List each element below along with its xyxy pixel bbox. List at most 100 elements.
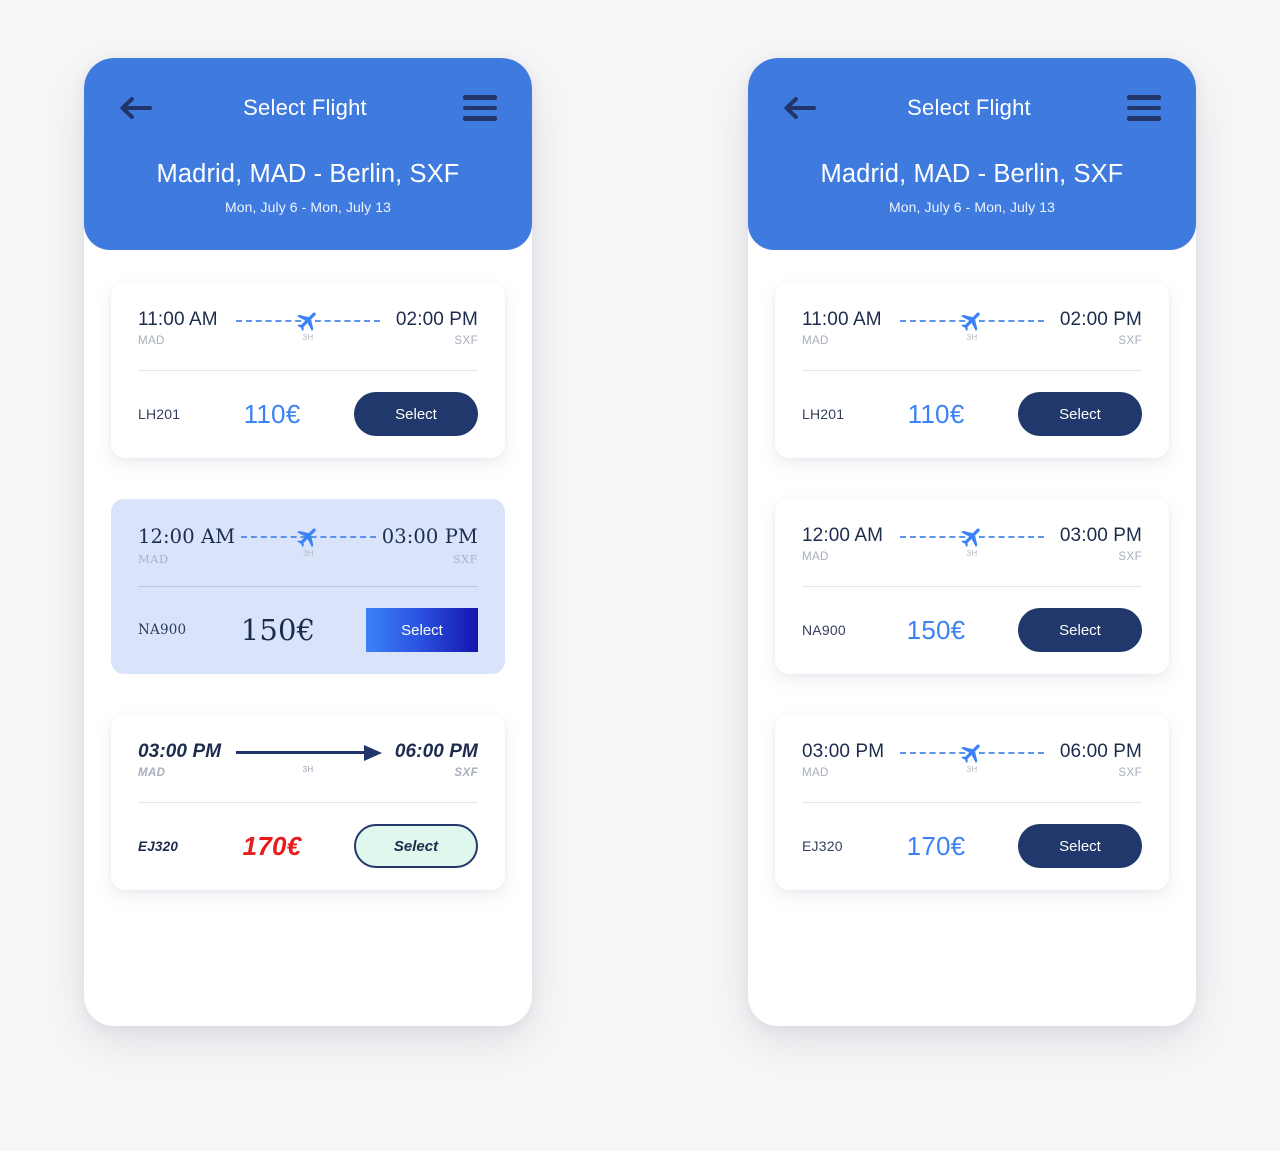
departure-endpoint: 11:00 AM MAD (138, 309, 230, 347)
arrival-endpoint: 02:00 PM SXF (1050, 309, 1142, 347)
departure-time: 12:00 AM (138, 525, 236, 548)
card-footer: LH201 110€ Select (138, 392, 478, 436)
flight-duration: 3H (966, 333, 978, 342)
departure-airport: MAD (802, 335, 829, 347)
departure-airport: MAD (138, 335, 165, 347)
trip-summary: 03:00 PM MAD 3H 06:00 PM SXF (138, 741, 478, 783)
flight-code: NA900 (138, 622, 187, 638)
departure-time: 03:00 PM (802, 741, 885, 762)
app-header-right: Select Flight Madrid, MAD - Berlin, SXF … (748, 58, 1196, 250)
flight-path: 3H (236, 309, 380, 351)
airplane-icon (959, 524, 985, 550)
flight-code: EJ320 (138, 838, 179, 854)
arrival-endpoint: 03:00 PM SXF (1050, 525, 1142, 563)
flight-price: 150€ (240, 613, 316, 647)
trip-summary: 12:00 AM MAD 3H 03:00 PM SXF (138, 525, 478, 567)
phone-mockup-right: Select Flight Madrid, MAD - Berlin, SXF … (748, 58, 1196, 1026)
flight-duration: 3H (966, 549, 978, 558)
route-label: Madrid, MAD - Berlin, SXF (820, 160, 1124, 188)
flight-code: LH201 (802, 406, 845, 422)
arrival-time: 06:00 PM (1059, 741, 1142, 762)
airplane-icon (295, 524, 321, 550)
card-footer: NA900 150€ Select (802, 608, 1142, 652)
departure-time: 12:00 AM (802, 525, 884, 546)
card-divider (138, 802, 478, 803)
departure-endpoint: 03:00 PM MAD (802, 741, 894, 779)
trip-summary: 11:00 AM MAD 3H 02:00 PM SXF (138, 309, 478, 351)
page-title: Select Flight (243, 95, 367, 120)
arrival-time: 03:00 PM (1059, 525, 1142, 546)
hamburger-bars (1127, 95, 1161, 121)
arrival-time: 06:00 PM (394, 741, 478, 762)
select-button[interactable]: Select (1018, 824, 1142, 868)
flight-card[interactable]: 03:00 PM MAD 3H 06:00 PM SXF EJ320 170€ … (775, 715, 1169, 890)
arrival-endpoint: 02:00 PM SXF (386, 309, 478, 347)
departure-endpoint: 11:00 AM MAD (802, 309, 894, 347)
flight-duration: 3H (966, 765, 978, 774)
select-button[interactable]: Select (1018, 392, 1142, 436)
flight-price: 170€ (906, 830, 966, 861)
arrival-endpoint: 06:00 PM SXF (386, 741, 478, 779)
card-divider (138, 586, 478, 587)
departure-endpoint: 12:00 AM MAD (138, 525, 235, 566)
arrow-head-icon (364, 744, 382, 761)
card-divider (802, 370, 1142, 371)
flight-price: 150€ (906, 614, 966, 645)
flight-path: 3H (900, 309, 1044, 351)
card-footer: NA900 150€ Select (138, 608, 478, 652)
flight-duration: 3H (303, 549, 314, 558)
flight-price: 110€ (907, 398, 965, 429)
card-divider (802, 802, 1142, 803)
flight-duration: 3H (302, 333, 314, 342)
flight-path: 3H (241, 524, 376, 567)
date-range-label: Mon, July 6 - Mon, July 13 (225, 199, 391, 215)
departure-airport: MAD (138, 552, 169, 566)
flight-card-highlighted[interactable]: 12:00 AM MAD 3H 03:00 PM SXF NA900 150€ … (111, 499, 505, 674)
departure-airport: MAD (802, 551, 829, 563)
flight-code: NA900 (802, 622, 846, 638)
arrival-time: 02:00 PM (395, 309, 478, 330)
select-button[interactable]: Select (354, 824, 478, 868)
header-bar: Select Flight (778, 88, 1166, 128)
departure-time: 03:00 PM (138, 741, 222, 762)
arrival-airport: SXF (454, 767, 478, 779)
departure-endpoint: 12:00 AM MAD (802, 525, 894, 563)
flight-list-right: 11:00 AM MAD 3H 02:00 PM SXF LH201 110€ … (748, 250, 1196, 1026)
flight-price: 170€ (242, 830, 302, 861)
arrival-airport: SXF (454, 335, 478, 347)
trip-summary: 11:00 AM MAD 3H 02:00 PM SXF (802, 309, 1142, 351)
departure-time: 11:00 AM (138, 309, 218, 330)
arrival-endpoint: 03:00 PM SXF (382, 525, 478, 566)
flight-path: 3H (900, 741, 1044, 783)
page-title: Select Flight (907, 95, 1031, 120)
hamburger-menu-icon[interactable] (458, 95, 502, 121)
flight-card[interactable]: 12:00 AM MAD 3H 03:00 PM SXF NA900 150€ … (775, 499, 1169, 674)
departure-time: 11:00 AM (802, 309, 882, 330)
card-divider (138, 370, 478, 371)
arrival-time: 03:00 PM (381, 525, 478, 548)
flight-card[interactable]: 11:00 AM MAD 3H 02:00 PM SXF LH201 110€ … (775, 283, 1169, 458)
hamburger-bars (463, 95, 497, 121)
app-header-left: Select Flight Madrid, MAD - Berlin, SXF … (84, 58, 532, 250)
flight-price: 110€ (243, 398, 301, 429)
select-button[interactable]: Select (366, 608, 478, 652)
airplane-icon (295, 308, 321, 334)
departure-endpoint: 03:00 PM MAD (138, 741, 230, 779)
flight-card-emphasis[interactable]: 03:00 PM MAD 3H 06:00 PM SXF EJ320 170€ … (111, 715, 505, 890)
flight-card[interactable]: 11:00 AM MAD 3H 02:00 PM SXF LH201 110€ … (111, 283, 505, 458)
card-footer: LH201 110€ Select (802, 392, 1142, 436)
flight-path: 3H (236, 741, 382, 783)
departure-airport: MAD (138, 767, 166, 779)
arrival-airport: SXF (1118, 551, 1142, 563)
departure-airport: MAD (802, 767, 829, 779)
arrival-time: 02:00 PM (1059, 309, 1142, 330)
select-button[interactable]: Select (354, 392, 478, 436)
card-divider (802, 586, 1142, 587)
airplane-icon (959, 740, 985, 766)
arrival-airport: SXF (1118, 767, 1142, 779)
select-button[interactable]: Select (1018, 608, 1142, 652)
flight-code: EJ320 (802, 838, 843, 854)
flight-path: 3H (900, 525, 1044, 567)
flight-list-left: 11:00 AM MAD 3H 02:00 PM SXF LH201 110€ … (84, 250, 532, 1026)
hamburger-menu-icon[interactable] (1122, 95, 1166, 121)
